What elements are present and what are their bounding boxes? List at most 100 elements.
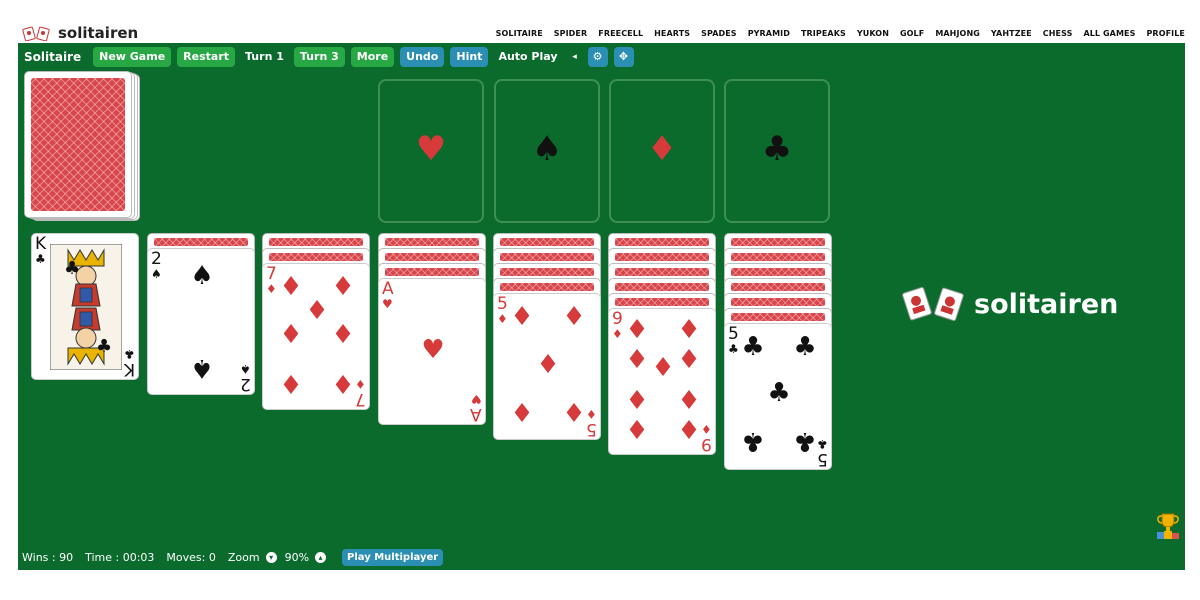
foundation-hearts[interactable]: ♥ xyxy=(378,79,484,223)
card-rank-bottom: A xyxy=(470,404,482,424)
nav-hearts[interactable]: HEARTS xyxy=(654,29,690,38)
top-nav: SOLITAIRE SPIDER FREECELL HEARTS SPADES … xyxy=(485,29,1185,38)
zoom-value: 90% xyxy=(284,551,310,564)
diamond-pip: ♦ xyxy=(305,296,329,326)
wins-count: Wins : 90 xyxy=(22,551,74,564)
settings-icon[interactable]: ⚙ xyxy=(587,47,608,67)
diamond-pip: ♦ xyxy=(677,413,701,443)
restart-button[interactable]: Restart xyxy=(177,47,236,67)
diamond-pip: ♦ xyxy=(625,315,649,345)
game-board: Solitaire New Game Restart Turn 1 Turn 3… xyxy=(18,43,1185,570)
trophy-icon[interactable] xyxy=(1155,512,1181,540)
nav-profile[interactable]: PROFILE xyxy=(1146,29,1185,38)
nav-spider[interactable]: SPIDER xyxy=(554,29,587,38)
nav-spades[interactable]: SPADES xyxy=(701,29,737,38)
more-button[interactable]: More xyxy=(350,47,395,67)
status-bar: Wins : 90 Time : 00:03 Moves: 0 Zoom ▾ 9… xyxy=(22,549,455,566)
card-5-clubs[interactable]: 5 ♣ ♣ ♣ ♣ ♣ ♣ 5 ♣ xyxy=(724,323,832,470)
nav-yahtzee[interactable]: YAHTZEE xyxy=(991,29,1032,38)
king-portrait-icon: ♣ ♣ xyxy=(50,244,122,370)
nav-yukon[interactable]: YUKON xyxy=(857,29,889,38)
club-pip: ♣ xyxy=(767,378,791,408)
spade-pip: ♠ xyxy=(190,353,214,383)
diamond-pip: ♦ xyxy=(331,368,355,398)
nav-all-games[interactable]: ALL GAMES xyxy=(1083,29,1135,38)
stock-card-back-top[interactable] xyxy=(24,71,132,218)
card-9-diamonds[interactable]: 9 ♦ ♦ ♦ ♦ ♦ ♦ ♦ ♦ ♦ ♦ 9 ♦ xyxy=(608,308,716,455)
card-rank: A xyxy=(382,279,394,299)
diamond-pip: ♦ xyxy=(510,396,534,426)
diamond-pip: ♦ xyxy=(625,383,649,413)
nav-golf[interactable]: GOLF xyxy=(900,29,924,38)
new-game-button[interactable]: New Game xyxy=(93,47,172,67)
card-rank: 7 xyxy=(266,264,277,284)
foundation-diamonds[interactable]: ♦ xyxy=(609,79,715,223)
foundation-spades[interactable]: ♠ xyxy=(494,79,600,223)
diamond-pip: ♦ xyxy=(331,272,355,302)
sound-icon[interactable]: ◂ xyxy=(568,47,582,67)
nav-solitaire[interactable]: SOLITAIRE xyxy=(496,29,543,38)
card-rank-bottom: 2 xyxy=(240,374,251,394)
auto-play-button[interactable]: Auto Play xyxy=(494,47,561,67)
diamond-pip: ♦ xyxy=(625,413,649,443)
club-icon: ♣ xyxy=(761,129,793,169)
nav-chess[interactable]: CHESS xyxy=(1043,29,1073,38)
logo-text: solitairen xyxy=(58,24,139,42)
brand-cards-icon xyxy=(902,287,964,321)
diamond-pip: ♦ xyxy=(562,302,586,332)
card-rank-bottom: 5 xyxy=(817,449,828,469)
brand-logo: solitairen xyxy=(902,287,1118,321)
card-7-diamonds[interactable]: 7 ♦ ♦ ♦ ♦ ♦ ♦ ♦ ♦ 7 ♦ xyxy=(262,263,370,410)
club-pip: ♣ xyxy=(741,332,765,362)
card-2-spades[interactable]: 2 ♠ ♠ ♠ 2 ♠ xyxy=(147,248,255,395)
club-pip: ♣ xyxy=(793,426,817,456)
diamond-pip: ♦ xyxy=(651,353,675,383)
turn3-button[interactable]: Turn 3 xyxy=(293,47,345,67)
heart-icon: ♥ xyxy=(382,297,393,311)
zoom-in-icon[interactable]: ▴ xyxy=(315,552,327,563)
logo[interactable]: solitairen xyxy=(22,24,138,42)
card-rank: 5 xyxy=(497,294,508,314)
heart-icon: ♥ xyxy=(471,392,482,406)
diamond-icon: ♦ xyxy=(646,129,678,169)
hint-button[interactable]: Hint xyxy=(450,47,489,67)
brand-text: solitairen xyxy=(974,288,1119,320)
stock-pile[interactable] xyxy=(24,71,140,221)
header: solitairen SOLITAIRE SPIDER FREECELL HEA… xyxy=(18,22,1185,44)
svg-text:♣: ♣ xyxy=(64,258,80,279)
zoom-out-icon[interactable]: ▾ xyxy=(265,552,277,563)
diamond-pip: ♦ xyxy=(677,345,701,375)
diamond-pip: ♦ xyxy=(677,383,701,413)
card-rank-bottom: 5 xyxy=(586,419,597,439)
card-king-clubs[interactable]: K ♣ ♣ ♣ K ♣ xyxy=(31,233,139,380)
turn1-button[interactable]: Turn 1 xyxy=(241,47,288,67)
nav-freecell[interactable]: FREECELL xyxy=(598,29,643,38)
nav-mahjong[interactable]: MAHJONG xyxy=(935,29,980,38)
timer: Time : 00:03 xyxy=(85,551,155,564)
heart-pip: ♥ xyxy=(421,335,445,365)
moves-count: Moves: 0 xyxy=(166,551,216,564)
game-title: Solitaire xyxy=(24,50,82,64)
diamond-icon: ♦ xyxy=(266,282,277,296)
foundation-clubs[interactable]: ♣ xyxy=(724,79,830,223)
club-icon: ♣ xyxy=(35,252,46,266)
club-icon: ♣ xyxy=(728,342,739,356)
diamond-pip: ♦ xyxy=(279,368,303,398)
card-rank: 5 xyxy=(728,324,739,344)
nav-tripeaks[interactable]: TRIPEAKS xyxy=(801,29,846,38)
diamond-pip: ♦ xyxy=(510,302,534,332)
nav-pyramid[interactable]: PYRAMID xyxy=(748,29,790,38)
logo-cards-icon xyxy=(22,26,50,41)
heart-icon: ♥ xyxy=(415,129,447,169)
diamond-pip: ♦ xyxy=(677,315,701,345)
play-multiplayer-button[interactable]: Play Multiplayer xyxy=(342,549,444,566)
card-rank-bottom: 9 xyxy=(701,434,712,454)
club-icon: ♣ xyxy=(124,347,135,361)
card-rank: K xyxy=(35,234,47,254)
card-5-diamonds[interactable]: 5 ♦ ♦ ♦ ♦ ♦ ♦ 5 ♦ xyxy=(493,293,601,440)
fullscreen-icon[interactable]: ✥ xyxy=(613,47,634,67)
undo-button[interactable]: Undo xyxy=(400,47,445,67)
card-ace-hearts[interactable]: A ♥ ♥ A ♥ xyxy=(378,278,486,425)
diamond-icon: ♦ xyxy=(586,407,597,421)
diamond-icon: ♦ xyxy=(612,327,623,341)
